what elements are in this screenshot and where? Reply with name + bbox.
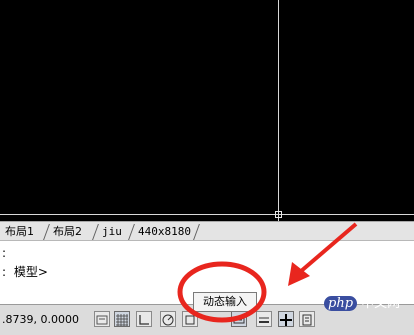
tab-440x8180[interactable]: 440x8180 <box>135 224 194 240</box>
php-logo: php <box>324 296 358 311</box>
crosshair-pickbox <box>275 211 282 218</box>
watermark-text: 中文网 <box>361 296 401 311</box>
tab-layout2[interactable]: 布局2 <box>50 224 85 240</box>
dynamic-input-tooltip: 动态输入 <box>193 292 257 312</box>
cursor-coordinates[interactable]: .8739, 0.0000 <box>2 313 79 326</box>
tab-separator <box>128 224 135 240</box>
command-prompt-colon: : <box>2 265 7 279</box>
tab-separator <box>43 224 50 240</box>
tab-separator <box>92 224 99 240</box>
crosshair-plus-icon[interactable] <box>278 311 294 327</box>
command-prompt-text: 模型> <box>13 265 48 279</box>
ortho-mode-icon[interactable] <box>136 311 152 327</box>
crosshair-horizontal-line <box>0 214 414 215</box>
command-prompt-line: : 模型> <box>2 263 48 280</box>
site-watermark: php 中文网 <box>324 292 400 311</box>
lineweight-icon[interactable] <box>256 311 272 327</box>
object-snap-icon[interactable] <box>182 311 198 327</box>
quick-properties-icon[interactable] <box>299 311 315 327</box>
tab-jiu[interactable]: jiu <box>99 224 125 240</box>
crosshair-vertical-line <box>278 0 279 221</box>
tab-layout1[interactable]: 布局1 <box>2 224 37 240</box>
layout-tab-bar: 布局1 布局2 jiu 440x8180 <box>0 221 414 241</box>
tab-separator <box>193 224 200 240</box>
polar-tracking-icon[interactable] <box>160 311 176 327</box>
dynamic-input-icon[interactable] <box>231 311 247 327</box>
command-history-line: : <box>2 246 7 260</box>
drawing-canvas[interactable] <box>0 0 414 221</box>
grid-display-icon[interactable] <box>114 311 130 327</box>
infer-constraints-icon[interactable] <box>94 311 110 327</box>
